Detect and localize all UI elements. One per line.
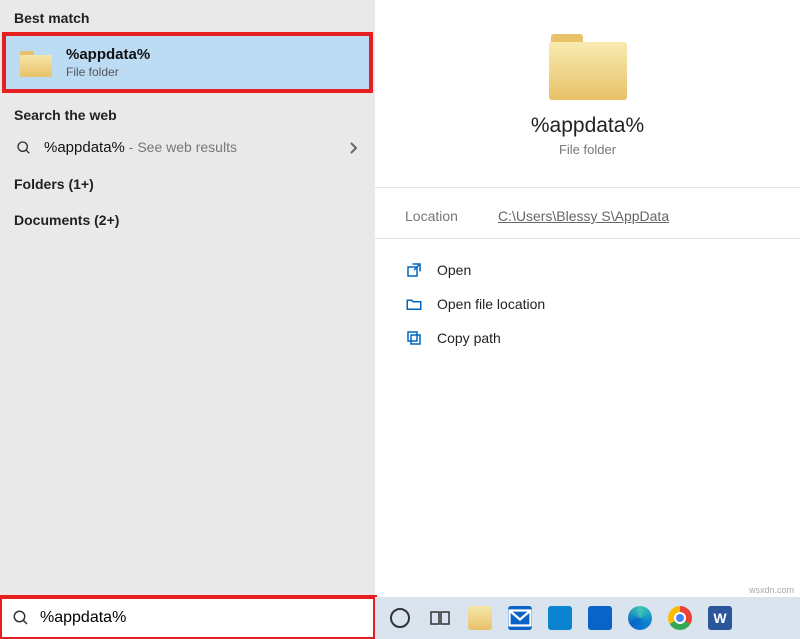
preview-subtitle: File folder (375, 142, 800, 157)
search-results-panel: Best match %appdata% File folder Search … (0, 0, 375, 597)
action-open[interactable]: Open (395, 253, 780, 287)
file-explorer-icon[interactable] (461, 599, 499, 637)
best-match-subtitle: File folder (66, 65, 150, 79)
documents-category[interactable]: Documents (2+) (0, 202, 375, 238)
mail-icon[interactable] (501, 599, 539, 637)
preview-panel: %appdata% File folder Location C:\Users\… (375, 0, 800, 597)
app-icon-blue[interactable] (581, 599, 619, 637)
taskbar: W (375, 597, 800, 639)
folder-icon-large (549, 34, 627, 100)
word-icon[interactable]: W (701, 599, 739, 637)
search-web-header: Search the web (0, 97, 375, 129)
task-view-icon[interactable] (421, 599, 459, 637)
best-match-header: Best match (0, 0, 375, 32)
chrome-icon[interactable] (661, 599, 699, 637)
copy-icon (405, 329, 423, 347)
action-open-location[interactable]: Open file location (395, 287, 780, 321)
cortana-icon[interactable] (381, 599, 419, 637)
watermark: wsxdn.com (749, 585, 794, 595)
action-copy-path[interactable]: Copy path (395, 321, 780, 355)
open-icon (405, 261, 423, 279)
search-icon (16, 140, 32, 156)
search-bar[interactable] (0, 597, 375, 639)
best-match-title: %appdata% (66, 46, 150, 63)
web-result-text: %appdata% - See web results (44, 139, 337, 156)
best-match-item[interactable]: %appdata% File folder (4, 34, 371, 91)
preview-title: %appdata% (375, 114, 800, 138)
folder-open-icon (405, 295, 423, 313)
search-input[interactable] (40, 609, 363, 627)
folder-icon (20, 49, 52, 77)
location-label: Location (405, 208, 458, 224)
action-open-label: Open (437, 262, 471, 278)
action-open-location-label: Open file location (437, 296, 545, 312)
actions-list: Open Open file location Copy path (375, 238, 800, 369)
location-value[interactable]: C:\Users\Blessy S\AppData (498, 208, 669, 224)
location-row: Location C:\Users\Blessy S\AppData (375, 187, 800, 238)
web-result-item[interactable]: %appdata% - See web results (0, 129, 375, 166)
search-icon (12, 609, 30, 627)
chevron-right-icon (349, 141, 359, 155)
store-icon[interactable] (541, 599, 579, 637)
action-copy-path-label: Copy path (437, 330, 501, 346)
folders-category[interactable]: Folders (1+) (0, 166, 375, 202)
edge-icon[interactable] (621, 599, 659, 637)
